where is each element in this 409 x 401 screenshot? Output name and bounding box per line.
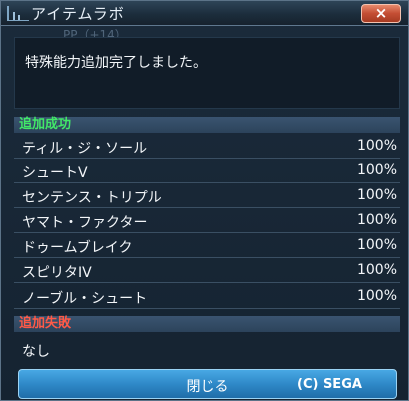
item-lab-window: アイテムラボ × PP（+14） 特殊能力追加完了しました。 追加成功 ティル・… [0, 0, 409, 401]
ability-name: シュートV [22, 165, 88, 181]
ability-name: ヤマト・ファクター [22, 215, 148, 231]
copyright-text: (C) SEGA [297, 377, 362, 392]
ability-name: スピリタIV [22, 265, 92, 281]
window-signal-icon [7, 6, 29, 21]
ability-name: センテンス・トリプル [22, 190, 162, 206]
result-row: シュートV 100% [14, 159, 400, 183]
success-rate: 100% [356, 212, 397, 228]
success-rate: 100% [356, 162, 397, 178]
failure-section-header: 追加失敗 [14, 316, 400, 332]
success-rate: 100% [356, 262, 397, 278]
close-icon: × [374, 4, 388, 22]
result-message: 特殊能力追加完了しました。 [25, 55, 207, 71]
window-title: アイテムラボ [31, 5, 125, 23]
result-row: ティル・ジ・ソール 100% [14, 135, 400, 159]
result-row: ドゥームブレイク 100% [14, 234, 400, 258]
result-row: ヤマト・ファクター 100% [14, 209, 400, 233]
message-panel: 特殊能力追加完了しました。 [14, 37, 400, 109]
success-rate: 100% [356, 187, 397, 203]
close-window-button[interactable]: × [361, 4, 401, 23]
ability-name: ノーブル・シュート [22, 291, 148, 307]
success-section-header: 追加成功 [14, 117, 400, 133]
result-row: ノーブル・シュート 100% [14, 285, 400, 309]
success-rate: 100% [356, 138, 397, 154]
ability-name: ドゥームブレイク [22, 240, 133, 256]
success-rate: 100% [356, 288, 397, 304]
result-row: スピリタIV 100% [14, 259, 400, 283]
ability-name: ティル・ジ・ソール [22, 141, 148, 157]
title-bar: アイテムラボ × [1, 1, 408, 26]
success-rate: 100% [356, 237, 397, 253]
failure-none-label: なし [22, 344, 50, 360]
result-row: センテンス・トリプル 100% [14, 184, 400, 208]
